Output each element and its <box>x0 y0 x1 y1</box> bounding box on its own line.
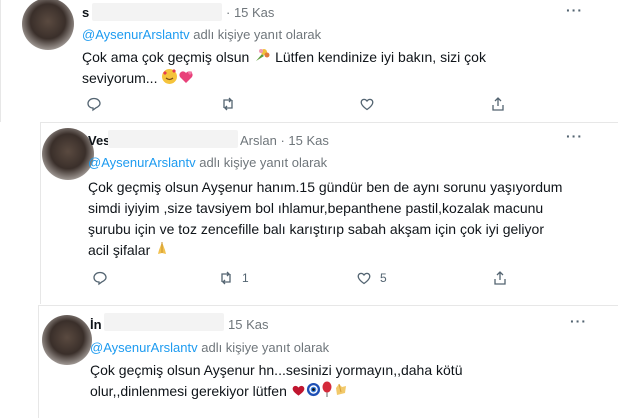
reply-to-handle[interactable]: @AysenurArslantv <box>90 340 198 355</box>
reply-suffix: adlı kişiye yanıt olarak <box>197 340 330 355</box>
share-button[interactable] <box>492 270 508 286</box>
reply-suffix: adlı kişiye yanıt olarak <box>189 27 322 42</box>
like-button[interactable] <box>359 96 375 112</box>
divider <box>40 122 618 123</box>
reply-to-handle[interactable]: @AysenurArslantv <box>82 27 190 42</box>
retweet-icon <box>221 271 231 285</box>
share-icon <box>494 271 506 285</box>
divider <box>40 122 41 304</box>
avatar[interactable] <box>42 128 94 180</box>
avatar[interactable] <box>42 315 92 365</box>
tweet-text-line: acil şifalar <box>88 240 170 262</box>
reply-context: @AysenurArslantv adlı kişiye yanıt olara… <box>88 155 327 171</box>
more-options-icon[interactable]: ··· <box>566 2 583 18</box>
clapping-hands-emoji <box>333 381 349 403</box>
tweet-3[interactable]: İn 15 Kas ··· @AysenurArslantv adlı kişi… <box>38 305 618 418</box>
retweet-button[interactable] <box>220 96 236 112</box>
reply-icon <box>87 97 101 112</box>
smiling-hearts-emoji <box>161 68 178 91</box>
reply-button[interactable] <box>86 96 102 112</box>
share-icon <box>492 97 504 111</box>
author-name[interactable]: İn <box>90 317 102 333</box>
tweet-text-line: olur,,dinlenmesi gerekiyor lütfen <box>90 381 349 403</box>
reply-context: @AysenurArslantv adlı kişiye yanıt olara… <box>82 27 321 43</box>
reply-to-handle[interactable]: @AysenurArslantv <box>88 155 196 170</box>
more-options-icon[interactable]: ··· <box>566 128 583 144</box>
author-name[interactable]: s <box>82 5 89 21</box>
avatar[interactable] <box>22 0 74 50</box>
text-segment: acil şifalar <box>88 242 151 258</box>
praying-hands-emoji <box>154 240 170 262</box>
divider <box>38 305 618 306</box>
tweet-text-line: şurubu için ve toz zencefille balı karış… <box>88 221 544 237</box>
tweet-text-line: Çok geçmiş olsun Ayşenur hn...sesinizi y… <box>90 362 463 378</box>
retweet-count: 1 <box>242 271 249 285</box>
redacted-name <box>108 130 238 148</box>
text-segment: seviyorum... <box>82 70 158 87</box>
text-segment: olur,,dinlenmesi gerekiyor lütfen <box>90 383 287 399</box>
red-heart-emoji <box>291 382 306 403</box>
heart-icon <box>360 98 374 111</box>
tweet-1[interactable]: s · 15 Kas ··· @AysenurArslantv adlı kiş… <box>0 0 618 122</box>
retweet-button[interactable]: 1 <box>218 270 249 286</box>
text-segment: Lütfen kendinize iyi bakın, sizi çok <box>275 49 486 65</box>
reply-button[interactable] <box>92 270 108 286</box>
retweet-icon <box>223 97 233 111</box>
share-button[interactable] <box>490 96 506 112</box>
tweet-text-line: Çok ama çok geçmiş olsun Lütfen kendiniz… <box>82 47 486 69</box>
author-name-suffix[interactable]: Arslan · 15 Kas <box>240 133 329 149</box>
tweet-text-line: seviyorum... <box>82 68 194 91</box>
reply-context: @AysenurArslantv adlı kişiye yanıt olara… <box>90 340 329 356</box>
balloon-emoji <box>321 381 333 403</box>
like-count: 5 <box>380 271 387 285</box>
divider <box>0 0 1 122</box>
redacted-name <box>92 3 222 21</box>
tweet-text-line: simdi iyiyim ,size tavsiyem bol ıhlamur,… <box>88 200 544 216</box>
reply-icon <box>93 271 107 286</box>
bouquet-emoji <box>253 47 271 69</box>
reply-suffix: adlı kişiye yanıt olarak <box>195 155 328 170</box>
tweet-2[interactable]: Ves Arslan · 15 Kas ··· @AysenurArslantv… <box>40 122 618 304</box>
divider <box>38 305 39 418</box>
two-hearts-emoji <box>178 69 194 91</box>
text-segment: Çok ama çok geçmiş olsun <box>82 49 250 65</box>
more-options-icon[interactable]: ··· <box>570 313 587 329</box>
redacted-name <box>104 313 224 331</box>
nazar-amulet-emoji <box>306 382 321 403</box>
tweet-text-line: Çok geçmiş olsun Ayşenur hanım.15 gündür… <box>88 179 563 195</box>
tweet-time[interactable]: · 15 Kas <box>226 5 274 21</box>
tweet-time[interactable]: 15 Kas <box>228 317 268 333</box>
like-button[interactable]: 5 <box>356 270 387 286</box>
heart-icon <box>357 272 371 285</box>
